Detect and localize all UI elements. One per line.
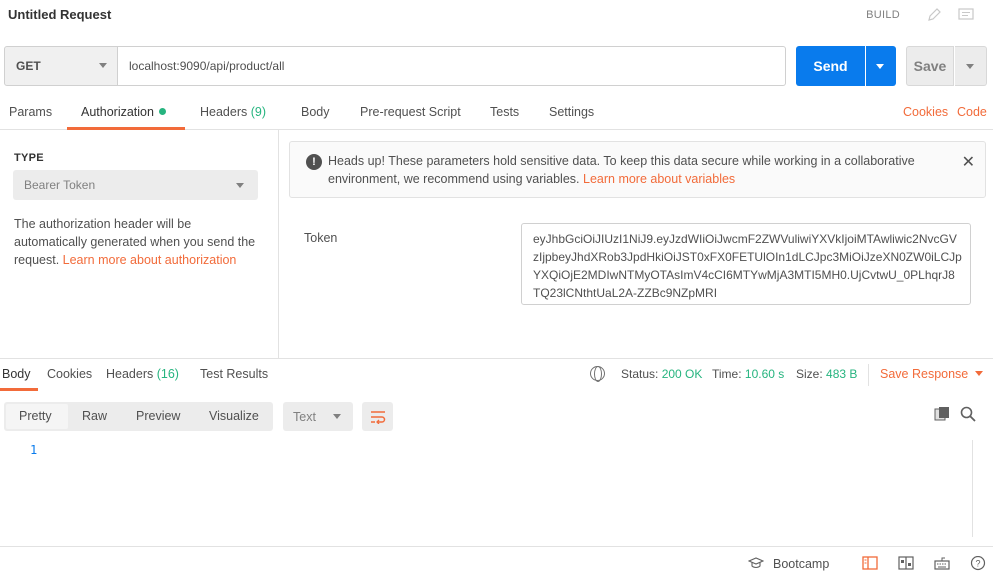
time-value[interactable]: 10.60 s [745,367,784,381]
chevron-down-icon [966,64,974,69]
method-select[interactable]: GET [4,46,118,86]
line-number: 1 [30,443,38,457]
chevron-down-icon [333,414,341,419]
sensitive-data-alert: ! Heads up! These parameters hold sensit… [289,141,986,198]
tab-headers-label: Headers [200,105,248,119]
wrap-lines-button[interactable] [362,402,393,431]
keyboard-shortcuts-icon[interactable] [934,556,950,570]
status-label: Status: [621,367,659,381]
comments-icon[interactable] [954,4,978,26]
token-label: Token [304,231,338,245]
learn-more-variables-link[interactable]: Learn more about variables [583,172,735,186]
status-dot-icon [158,108,166,115]
send-button[interactable]: Send [796,46,865,86]
status-value[interactable]: 200 OK [662,367,703,381]
save-response-label: Save Response [880,367,969,381]
chevron-down-icon [876,64,884,69]
status-bar [0,546,993,572]
exclamation-icon: ! [306,154,322,170]
resp-tab-headers[interactable]: Headers (16) [106,367,179,381]
token-input[interactable]: eyJhbGciOiJIUzI1NiJ9.eyJzdWIiOiJwcmF2ZWV… [521,223,971,305]
size-value[interactable]: 483 B [826,367,857,381]
build-label[interactable]: BUILD [866,9,900,21]
tab-authorization[interactable]: Authorization [81,105,166,119]
cookies-link[interactable]: Cookies [903,105,948,119]
tab-authorization-label: Authorization [81,105,154,119]
format-visualize[interactable]: Visualize [209,409,259,423]
resp-tab-body[interactable]: Body [2,367,31,381]
bootcamp-link[interactable]: Bootcamp [773,557,829,571]
tab-prerequest-script[interactable]: Pre-request Script [360,105,461,119]
auth-type-select[interactable]: Bearer Token [13,170,258,200]
headers-count: (9) [250,105,267,119]
learn-more-authorization-link[interactable]: Learn more about authorization [63,253,237,267]
resp-tab-cookies[interactable]: Cookies [47,367,92,381]
save-button[interactable]: Save [906,46,954,86]
help-icon[interactable]: ? [970,555,986,571]
globe-icon[interactable] [590,366,605,382]
tab-tests[interactable]: Tests [490,105,519,119]
type-label: TYPE [14,152,44,164]
resp-tab-test-results[interactable]: Test Results [200,367,268,381]
copy-icon[interactable] [934,406,950,422]
resp-headers-count: (16) [156,367,179,381]
auth-type-value: Bearer Token [24,178,96,192]
language-value: Text [293,409,316,424]
chevron-down-icon [236,183,244,188]
search-icon[interactable] [960,406,976,422]
format-raw[interactable]: Raw [82,409,107,423]
pencil-icon[interactable] [922,4,946,26]
size-info: Size: 483 B [796,367,857,381]
size-label: Size: [796,367,823,381]
format-preview[interactable]: Preview [136,409,180,423]
method-value: GET [16,59,41,73]
auth-description: The authorization header will be automat… [14,215,264,269]
format-toggle: Pretty Raw Preview Visualize [4,402,273,431]
wrap-icon [370,410,385,424]
request-title[interactable]: Untitled Request [8,7,111,22]
code-link[interactable]: Code [957,105,987,119]
close-icon[interactable]: ✕ [962,152,975,172]
save-options-button[interactable] [955,46,987,86]
two-pane-view-icon[interactable] [898,556,914,570]
svg-text:?: ? [975,559,980,569]
status-info: Status: 200 OK [621,367,702,381]
resp-tab-headers-label: Headers [106,367,154,381]
divider [868,364,869,386]
active-tab-indicator [0,388,38,391]
send-options-button[interactable] [866,46,896,86]
tab-body[interactable]: Body [301,105,330,119]
chevron-down-icon [975,371,984,376]
url-input[interactable]: localhost:9090/api/product/all [118,46,786,86]
graduation-cap-icon[interactable] [747,556,765,570]
time-label: Time: [712,367,742,381]
sidebar-toggle-icon[interactable] [862,556,878,570]
tab-params[interactable]: Params [9,105,52,119]
alert-message: Heads up! These parameters hold sensitiv… [328,152,928,188]
chevron-down-icon [99,63,107,68]
time-info: Time: 10.60 s [712,367,784,381]
request-tabs: Params Authorization Headers (9) Body Pr… [0,97,993,130]
format-pretty[interactable]: Pretty [19,409,52,423]
scrollbar[interactable] [972,440,993,537]
tab-headers[interactable]: Headers (9) [200,105,266,119]
language-select[interactable]: Text [283,402,353,431]
save-response-button[interactable]: Save Response [880,367,984,381]
tab-settings[interactable]: Settings [549,105,594,119]
